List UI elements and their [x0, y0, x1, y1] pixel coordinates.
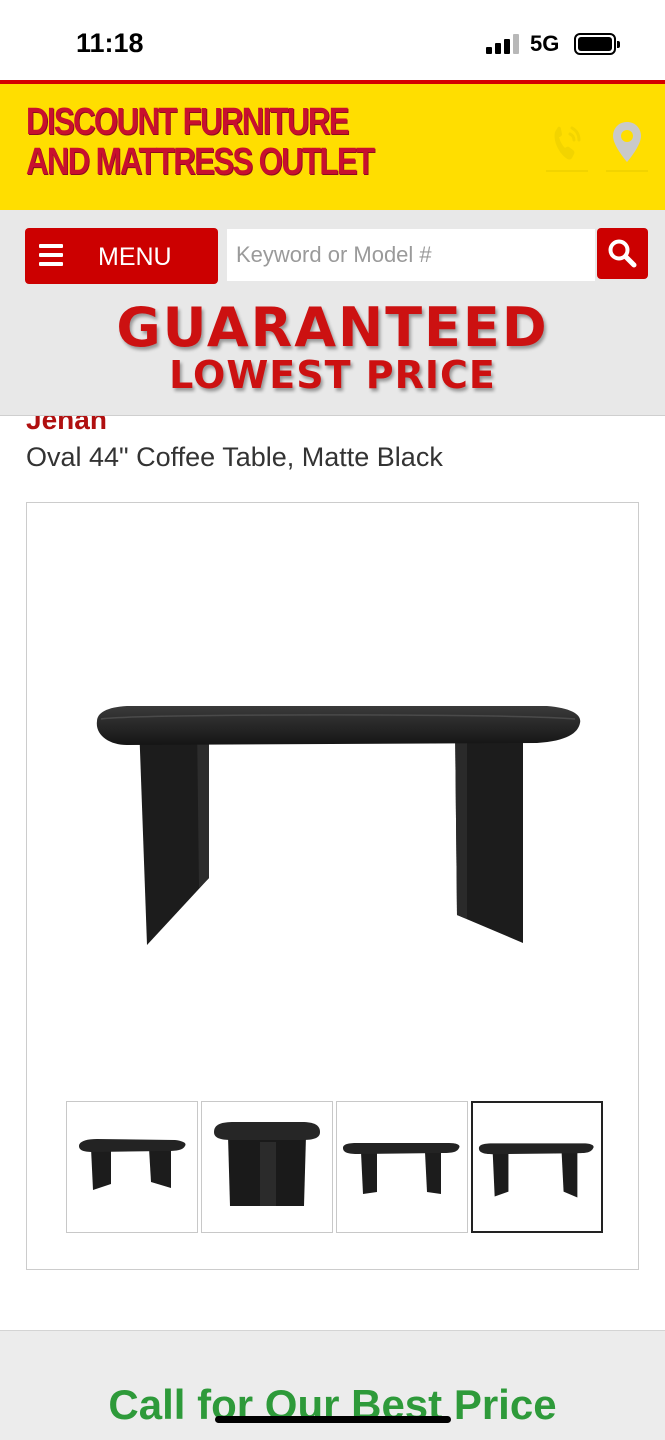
promo-line-2: LOWEST PRICE	[169, 353, 496, 397]
store-logo[interactable]: DISCOUNT FURNITURE AND MATTRESS OUTLET	[26, 101, 375, 183]
cellular-signal-icon	[486, 34, 520, 54]
status-bar: 11:18 5G	[0, 0, 665, 80]
network-type: 5G	[530, 31, 560, 56]
menu-label: MENU	[98, 243, 172, 271]
phone-icon[interactable]	[546, 118, 588, 172]
search-input[interactable]	[227, 229, 595, 281]
promo-line-1: GUARANTEED	[116, 296, 549, 359]
gallery-thumbnail-2[interactable]	[201, 1101, 333, 1233]
gallery-thumbnail-4[interactable]	[471, 1101, 603, 1233]
status-time: 11:18	[76, 28, 144, 58]
call-for-price-band: Call for Our Best Price	[0, 1330, 665, 1440]
product-gallery	[26, 502, 639, 1270]
gallery-thumbnail-1[interactable]	[66, 1101, 198, 1233]
price-guarantee-banner: GUARANTEED LOWEST PRICE	[0, 296, 665, 397]
product-brand[interactable]: Jenan	[26, 416, 107, 436]
home-indicator[interactable]	[215, 1416, 451, 1423]
logo-line-2: AND MATTRESS OUTLET	[26, 141, 375, 183]
hamburger-icon	[39, 244, 63, 266]
search-icon	[608, 239, 637, 268]
map-pin-icon[interactable]	[606, 118, 648, 172]
product-main-image[interactable]	[67, 683, 597, 963]
nav-search-area: MENU GUARANTEED LOWEST PRICE	[0, 210, 665, 416]
menu-button[interactable]: MENU	[25, 228, 218, 284]
product-title: Oval 44" Coffee Table, Matte Black	[26, 442, 443, 472]
product-brand-container: Jenan	[0, 416, 665, 436]
site-header: DISCOUNT FURNITURE AND MATTRESS OUTLET	[0, 84, 665, 210]
battery-icon	[574, 33, 620, 55]
gallery-thumbnail-3[interactable]	[336, 1101, 468, 1233]
logo-line-1: DISCOUNT FURNITURE	[26, 101, 350, 143]
search-button[interactable]	[597, 228, 648, 279]
